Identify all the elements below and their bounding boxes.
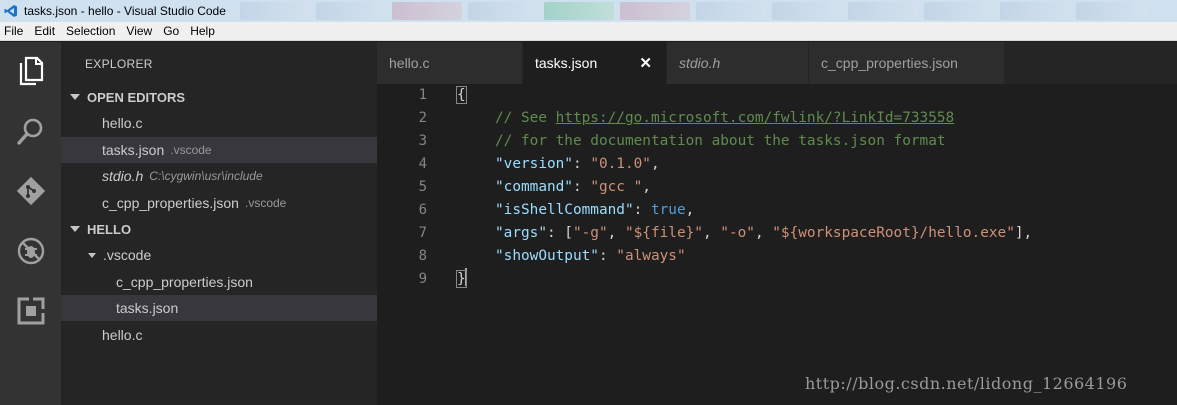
files-icon[interactable] <box>14 54 48 88</box>
line-number: 7 <box>418 225 427 241</box>
tree-file[interactable]: c_cpp_properties.json <box>61 269 377 295</box>
code-line: "args": ["-g", "${file}", "-o", "${works… <box>495 225 1033 241</box>
open-editor-item[interactable]: stdio.h C:\cygwin\usr\include <box>61 163 377 189</box>
debug-icon[interactable] <box>14 234 48 268</box>
code-line: "showOutput": "always" <box>495 248 686 264</box>
line-number: 6 <box>418 202 427 218</box>
open-editor-path: C:\cygwin\usr\include <box>149 169 263 183</box>
tree-folder[interactable]: .vscode <box>61 242 377 268</box>
code-line: "isShellCommand": true, <box>495 202 695 218</box>
code-line: { <box>456 84 467 107</box>
tree-folder-name: .vscode <box>103 247 152 263</box>
close-icon[interactable]: ✕ <box>639 54 652 72</box>
background-taskbar <box>240 2 1177 20</box>
line-number: 3 <box>418 133 427 149</box>
open-editors-label: OPEN EDITORS <box>87 89 186 105</box>
open-editor-path: .vscode <box>170 143 212 157</box>
open-editor-path: .vscode <box>244 196 287 210</box>
code-token: // See <box>495 110 556 126</box>
line-number: 4 <box>418 156 427 172</box>
tree-file[interactable]: hello.c <box>61 322 377 348</box>
tab-c-cpp-properties[interactable]: c_cpp_properties.json <box>809 42 1005 84</box>
extensions-icon[interactable] <box>14 294 48 328</box>
code-token: "always" <box>616 248 686 264</box>
search-icon[interactable] <box>14 114 48 148</box>
tab-label: hello.c <box>389 55 430 71</box>
vscode-logo-icon <box>4 4 18 18</box>
chevron-down-icon <box>88 252 96 258</box>
menu-view[interactable]: View <box>126 24 152 38</box>
menu-file[interactable]: File <box>4 24 23 38</box>
open-editor-item[interactable]: tasks.json .vscode <box>61 137 377 163</box>
explorer-title: EXPLORER <box>85 57 153 71</box>
watermark: http://blog.csdn.net/lidong_12664196 <box>805 374 1128 393</box>
open-editor-name: tasks.json <box>102 142 165 158</box>
editor-tabs: hello.c tasks.json ✕ stdio.h c_cpp_prope… <box>377 42 1177 84</box>
window-title: tasks.json - hello - Visual Studio Code <box>24 4 226 18</box>
code-line: // See https://go.microsoft.com/fwlink/?… <box>495 107 954 130</box>
code-line: "version": "0.1.0", <box>495 156 660 172</box>
tab-label: stdio.h <box>679 55 721 71</box>
code-line: // for the documentation about the tasks… <box>495 130 946 153</box>
code-token: "-o" <box>720 225 755 241</box>
menu-edit[interactable]: Edit <box>34 24 55 38</box>
line-number: 8 <box>418 248 427 264</box>
code-token: "showOutput" <box>495 248 599 264</box>
code-token: "${workspaceRoot}/hello.exe" <box>772 225 1015 241</box>
line-number: 2 <box>418 110 427 126</box>
line-number: 9 <box>418 271 427 287</box>
code-editor[interactable]: 1 2 3 4 5 6 7 8 9 { // See https://go.mi… <box>377 84 1177 405</box>
menu-go[interactable]: Go <box>163 24 179 38</box>
open-editor-item[interactable]: c_cpp_properties.json .vscode <box>61 190 377 216</box>
open-editor-name: c_cpp_properties.json <box>102 195 239 211</box>
tab-stdio-h[interactable]: stdio.h <box>667 42 809 84</box>
open-editor-name: stdio.h <box>102 168 144 184</box>
code-link[interactable]: https://go.microsoft.com/fwlink/?LinkId=… <box>556 110 955 126</box>
menu-bar: File Edit Selection View Go Help <box>0 22 1177 41</box>
text-cursor <box>464 268 467 286</box>
tab-hello-c[interactable]: hello.c <box>377 42 523 84</box>
code-token: "${file}" <box>624 225 703 241</box>
tree-file-name: c_cpp_properties.json <box>116 274 253 290</box>
activity-bar <box>0 42 61 405</box>
code-token: { <box>456 86 467 104</box>
line-number: 5 <box>418 179 427 195</box>
code-line: "command": "gcc ", <box>495 179 651 195</box>
open-editor-name: hello.c <box>102 115 143 131</box>
chevron-down-icon <box>70 94 80 100</box>
code-token: "-g" <box>572 225 608 241</box>
explorer-sidebar: EXPLORER OPEN EDITORS hello.c tasks.json… <box>61 42 377 405</box>
code-token: "0.1.0" <box>590 156 651 172</box>
chevron-down-icon <box>70 226 80 232</box>
code-token: "gcc " <box>590 179 643 195</box>
code-token: true <box>650 202 686 218</box>
open-editor-item[interactable]: hello.c <box>61 110 377 136</box>
git-icon[interactable] <box>14 174 48 208</box>
code-token: "version" <box>495 156 573 172</box>
title-bar: tasks.json - hello - Visual Studio Code <box>0 0 1177 22</box>
folder-label: HELLO <box>87 221 132 237</box>
code-token: "isShellCommand" <box>495 202 634 218</box>
open-editors-header[interactable]: OPEN EDITORS <box>61 84 377 110</box>
code-token: "command" <box>495 179 573 195</box>
code-line: } <box>456 268 467 291</box>
tree-file-name: tasks.json <box>116 300 179 316</box>
tab-label: c_cpp_properties.json <box>821 55 958 71</box>
code-token: "args" <box>495 225 547 241</box>
tab-tasks-json[interactable]: tasks.json ✕ <box>523 42 667 84</box>
code-token: // for the documentation about the tasks… <box>495 133 946 149</box>
menu-selection[interactable]: Selection <box>66 24 115 38</box>
tree-file-name: hello.c <box>102 327 143 343</box>
menu-help[interactable]: Help <box>190 24 215 38</box>
tree-file[interactable]: tasks.json <box>61 295 377 321</box>
folder-header[interactable]: HELLO <box>61 216 377 242</box>
tab-label: tasks.json <box>535 55 598 71</box>
line-number: 1 <box>418 87 427 103</box>
